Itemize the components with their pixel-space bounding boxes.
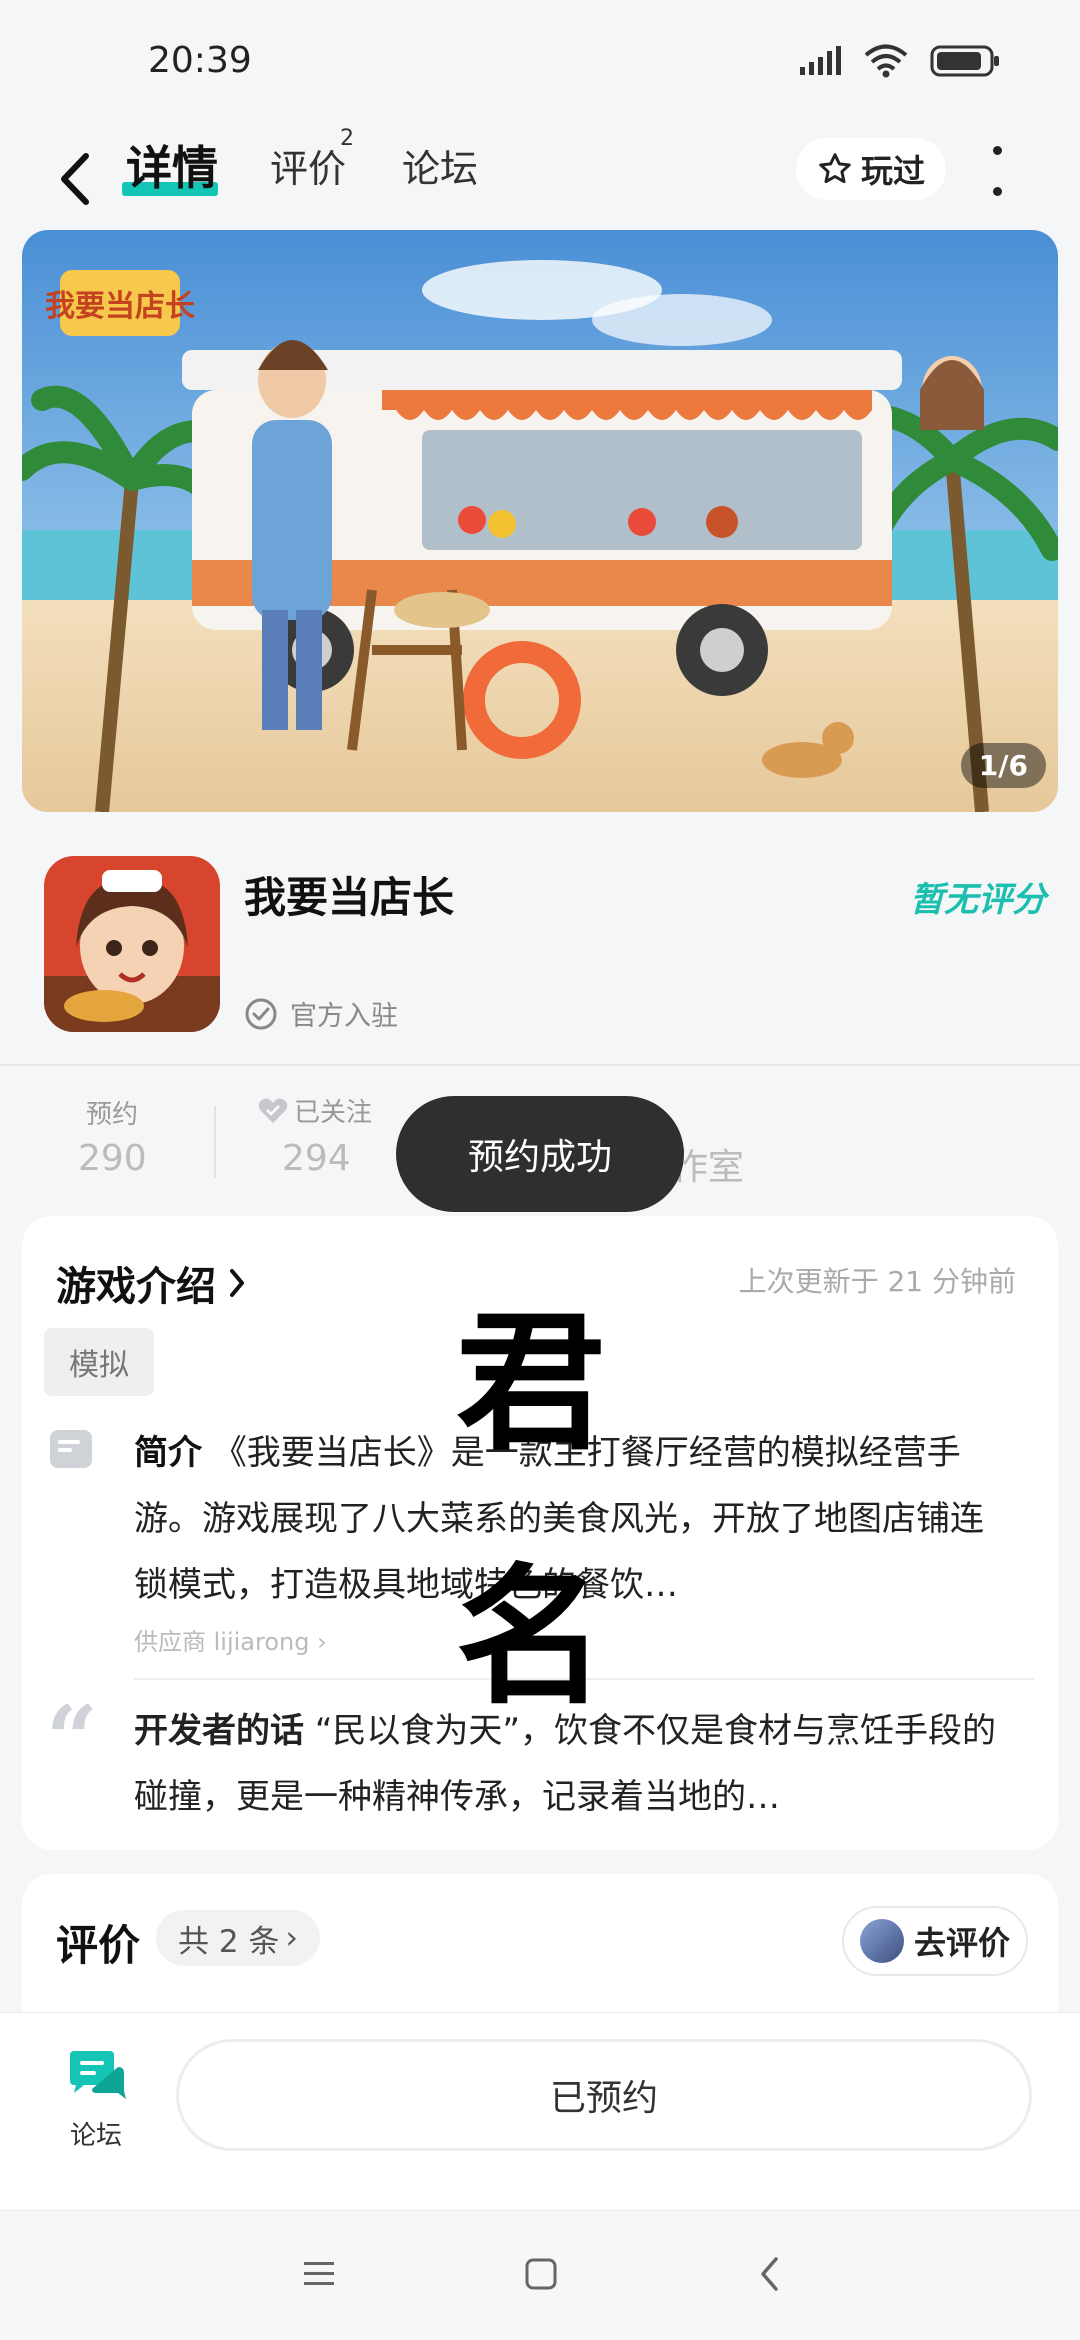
stat-followers-header: 已关注 <box>258 1092 372 1129</box>
intro-title: 游戏介绍 <box>56 1264 216 1310</box>
forum-label: 论坛 <box>70 2121 123 2151</box>
avatar <box>859 1919 904 1963</box>
chevron-right-small-icon: › <box>317 1628 327 1656</box>
official-badge: 官方入驻 <box>244 994 398 1033</box>
tab-reviews[interactable]: 评价 <box>270 138 346 193</box>
intro-title-link[interactable]: 游戏介绍 <box>56 1254 248 1312</box>
played-label: 玩过 <box>860 152 925 190</box>
check-circle-icon <box>245 998 277 1029</box>
description-title: 简介 <box>134 1433 202 1473</box>
chevron-right-icon: › <box>285 1920 298 1956</box>
forum-icon[interactable] <box>64 2049 128 2105</box>
rating-label: 暂无评分 <box>910 880 1046 920</box>
stat-value-reservations: 290 <box>78 1138 147 1179</box>
quote-icon: “ <box>46 1686 98 1792</box>
stat-divider <box>214 1106 216 1178</box>
battery-icon <box>930 45 999 77</box>
supplier-link[interactable]: 供应商 lijiarong › <box>134 1622 327 1657</box>
top-nav: 详情 评价 2 论坛 玩过 <box>0 120 1080 248</box>
home-icon[interactable] <box>524 2257 558 2291</box>
banner-artwork: 我要当店长 <box>22 230 1058 812</box>
menu-icon[interactable] <box>302 2259 336 2289</box>
reviews-title: 评价 <box>56 1921 141 1970</box>
banner-logo-text: 我要当店长 <box>45 289 195 324</box>
reserved-button[interactable]: 已预约 <box>176 2039 1032 2151</box>
stat-value-followers: 294 <box>282 1138 351 1179</box>
developer-notes-title: 开发者的话 <box>134 1711 304 1751</box>
more-menu-icon[interactable] <box>990 146 1004 196</box>
stat-label-reservations: 预约 <box>86 1100 139 1130</box>
system-nav-bar <box>0 2210 1080 2340</box>
write-review-label: 去评价 <box>913 1924 1010 1962</box>
tab-forum[interactable]: 论坛 <box>402 138 478 193</box>
watermark-char-1: 君 <box>456 1297 607 1471</box>
hero-banner[interactable]: 我要当店长 1/6 <box>22 230 1058 812</box>
status-icons <box>798 44 1000 78</box>
heart-icon <box>258 1098 288 1123</box>
banner-page-counter: 1/6 <box>960 743 1046 788</box>
status-bar: 20:39 <box>0 0 1080 120</box>
reviews-count: 共 2 条 <box>178 1923 280 1960</box>
wifi-icon <box>864 44 908 78</box>
genre-tag[interactable]: 模拟 <box>44 1328 154 1396</box>
update-time: 上次更新于 21 分钟前 <box>738 1265 1016 1298</box>
chevron-right-icon <box>230 1269 244 1297</box>
tab-reviews-badge: 2 <box>340 126 354 151</box>
supplier-label: 供应商 lijiarong <box>134 1628 310 1656</box>
star-icon <box>819 153 851 184</box>
back-icon[interactable] <box>50 144 100 214</box>
reviews-count-button[interactable]: 共 2 条 › <box>156 1910 320 1966</box>
status-time: 20:39 <box>148 40 252 81</box>
reviews-card: 评价 共 2 条 › 去评价 <box>22 1874 1058 2034</box>
app-icon <box>44 856 220 1032</box>
tab-details[interactable]: 详情 <box>126 132 218 198</box>
divider <box>0 1064 1080 1066</box>
stat-label-followers: 已关注 <box>294 1098 373 1128</box>
back-nav-icon[interactable] <box>758 2255 782 2293</box>
watermark-char-2: 名 <box>456 1551 607 1725</box>
document-icon <box>50 1430 92 1468</box>
signal-icon <box>800 46 841 75</box>
write-review-button[interactable]: 去评价 <box>842 1906 1028 1976</box>
played-button[interactable]: 玩过 <box>796 138 946 200</box>
toast-message: 预约成功 <box>396 1096 684 1212</box>
bottom-action-bar: 论坛 已预约 <box>0 2012 1080 2210</box>
app-name: 我要当店长 <box>244 873 455 922</box>
official-label: 官方入驻 <box>290 1001 398 1032</box>
